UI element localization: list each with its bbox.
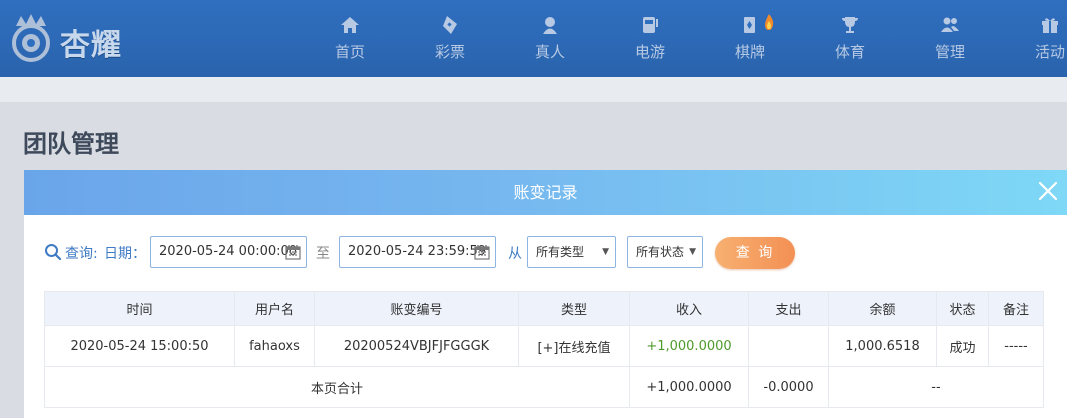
page-title: 团队管理 (23, 130, 119, 158)
end-date-value: 2020-05-24 23:59:59 (348, 244, 487, 259)
chevron-down-icon: ▼ (689, 247, 696, 257)
trophy-icon (842, 17, 858, 33)
chevron-down-icon: ▼ (602, 247, 609, 257)
summary-expense: -0.0000 (748, 366, 829, 408)
summary-row: 本页合计 +1,000.0000 -0.0000 -- (44, 366, 1044, 408)
main-nav: 首页 彩票 真人 电游 棋牌 体育 管理 活动 (300, 0, 1067, 77)
top-navigation-bar: 杏耀 首页 彩票 真人 电游 棋牌 体育 管理 活动 (0, 0, 1067, 77)
nav-label: 活动 (1034, 43, 1065, 61)
nav-label: 管理 (934, 43, 965, 61)
type-select-value: 所有类型 (536, 245, 585, 259)
brand-logo[interactable]: 杏耀 (6, 6, 156, 66)
nav-label: 彩票 (434, 43, 465, 61)
nav-item-slots[interactable]: 电游 (600, 0, 700, 77)
cell-txn-id: 20200524VBJFJFGGGK (314, 325, 519, 367)
cell-balance: 1,000.6518 (828, 325, 937, 367)
sub-bar (0, 77, 1067, 102)
nav-label: 棋牌 (734, 43, 765, 61)
status-select[interactable]: 所有状态 ▼ (627, 236, 703, 268)
query-label: 查询: (65, 246, 98, 262)
nav-item-manage[interactable]: 管理 (900, 0, 1000, 77)
from-label: 从 (508, 246, 522, 262)
filter-bar: 查询: 日期： 2020-05-24 00:00:00 至 2020-05-24… (24, 236, 1067, 269)
col-header-time: 时间 (44, 291, 235, 326)
flame-icon (765, 13, 774, 30)
nav-item-live[interactable]: 真人 (500, 0, 600, 77)
nav-label: 首页 (334, 43, 365, 61)
cell-type: [+]在线充值 (518, 325, 630, 367)
live-dealer-icon (543, 17, 557, 34)
search-icon (45, 244, 62, 261)
account-change-modal: 账变记录 查询: 日期： 2020-05-24 00:00:00 至 2020-… (24, 170, 1067, 418)
cell-remark: ----- (988, 325, 1044, 367)
cell-expense (748, 325, 829, 367)
table-row: 2020-05-24 15:00:50 fahaoxs 20200524VBJF… (44, 325, 1044, 367)
col-header-balance: 余额 (828, 291, 937, 326)
gift-icon (1042, 18, 1058, 33)
calendar-icon[interactable] (474, 244, 490, 260)
table-header-row: 时间 用户名 账变编号 类型 收入 支出 余额 状态 备注 (44, 291, 1044, 326)
col-header-username: 用户名 (234, 291, 315, 326)
nav-item-events[interactable]: 活动 (1000, 0, 1067, 77)
nav-item-home[interactable]: 首页 (300, 0, 400, 77)
cards-icon (744, 17, 755, 33)
col-header-remark: 备注 (988, 291, 1044, 326)
cell-time: 2020-05-24 15:00:50 (44, 325, 235, 367)
cell-username: fahaoxs (234, 325, 315, 367)
cell-income: +1,000.0000 (629, 325, 749, 367)
nav-label: 体育 (834, 43, 865, 61)
nav-item-lottery[interactable]: 彩票 (400, 0, 500, 77)
account-change-table: 时间 用户名 账变编号 类型 收入 支出 余额 状态 备注 2020-05-24… (44, 291, 1044, 408)
modal-title: 账变记录 (513, 183, 578, 202)
calendar-icon[interactable] (285, 244, 301, 260)
cell-status: 成功 (936, 325, 989, 367)
col-header-expense: 支出 (748, 291, 829, 326)
type-select[interactable]: 所有类型 ▼ (527, 236, 616, 268)
end-date-input[interactable]: 2020-05-24 23:59:59 (339, 236, 496, 268)
col-header-txn-id: 账变编号 (314, 291, 519, 326)
nav-label: 真人 (534, 43, 565, 61)
close-icon[interactable] (1037, 180, 1059, 202)
summary-income: +1,000.0000 (629, 366, 749, 408)
summary-label: 本页合计 (44, 366, 630, 408)
slot-machine-icon (643, 17, 658, 33)
col-header-type: 类型 (518, 291, 630, 326)
to-label: 至 (316, 246, 330, 262)
crown-emblem-icon (12, 14, 50, 62)
nav-item-sports[interactable]: 体育 (800, 0, 900, 77)
summary-rest: -- (828, 366, 1044, 408)
date-label: 日期： (104, 246, 146, 262)
start-date-input[interactable]: 2020-05-24 00:00:00 (150, 236, 307, 268)
query-button[interactable]: 查 询 (715, 237, 795, 269)
nav-label: 电游 (634, 43, 665, 61)
col-header-status: 状态 (936, 291, 989, 326)
col-header-income: 收入 (629, 291, 749, 326)
users-icon (941, 17, 959, 32)
home-icon (341, 17, 359, 33)
start-date-value: 2020-05-24 00:00:00 (159, 244, 298, 259)
lottery-icon (443, 16, 457, 34)
nav-item-cards[interactable]: 棋牌 (700, 0, 800, 77)
status-select-value: 所有状态 (636, 245, 685, 259)
brand-name: 杏耀 (60, 28, 122, 63)
